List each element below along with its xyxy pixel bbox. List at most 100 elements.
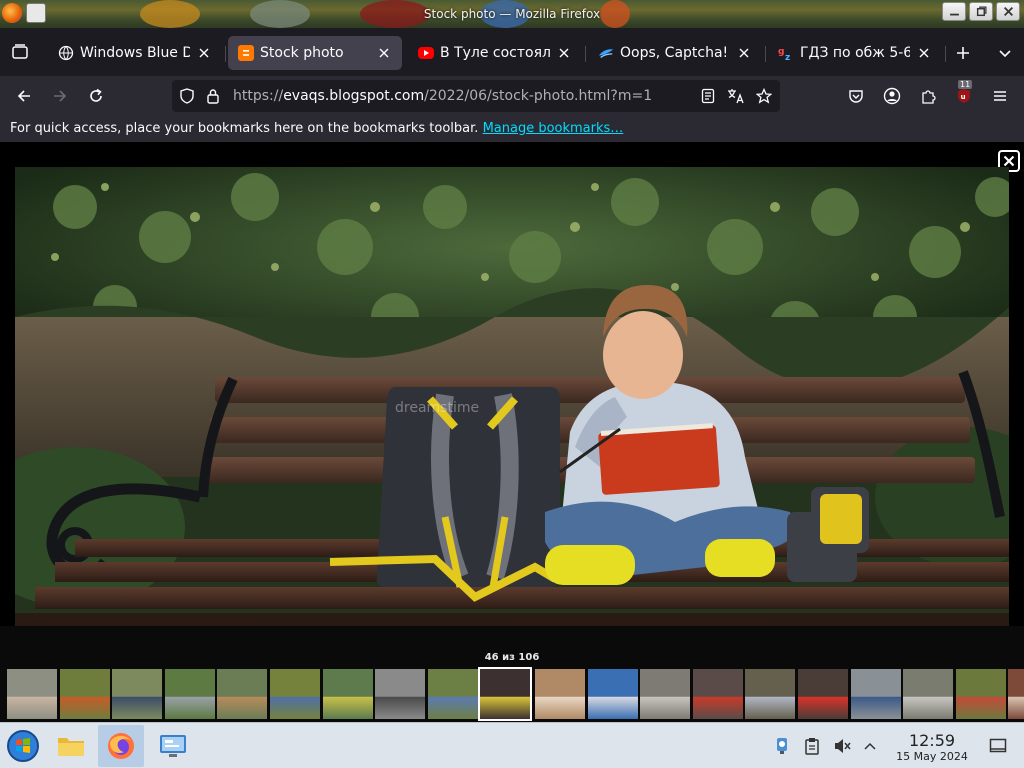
back-button[interactable] bbox=[12, 84, 36, 108]
thumbnail[interactable] bbox=[955, 669, 1006, 719]
tab-gdz[interactable]: gz ГДЗ по обж 5-6 к bbox=[768, 36, 942, 70]
new-tab-button[interactable] bbox=[952, 42, 974, 64]
thumbnail[interactable] bbox=[322, 669, 373, 719]
bookmark-star-icon[interactable] bbox=[755, 87, 773, 105]
tab-label: ГДЗ по обж 5-6 к bbox=[800, 45, 910, 61]
tray-expand-button[interactable] bbox=[860, 736, 880, 756]
maximize-button[interactable] bbox=[969, 2, 993, 21]
extension-badge: 11 bbox=[958, 80, 973, 89]
firefox-taskbar-button[interactable] bbox=[98, 725, 144, 767]
svg-text:u: u bbox=[961, 93, 966, 101]
tab-strip: Windows Blue Dea Stock photo В Туле сост… bbox=[0, 28, 1024, 76]
show-desktop-button[interactable] bbox=[988, 736, 1008, 756]
file-manager-button[interactable] bbox=[48, 725, 94, 767]
youtube-icon bbox=[418, 47, 434, 59]
url-bar[interactable]: https://evaqs.blogspot.com/2022/06/stock… bbox=[172, 80, 780, 112]
network-icon bbox=[777, 738, 787, 754]
close-icon bbox=[199, 48, 209, 58]
thumbnail-strip-bar: 46 из 106 bbox=[0, 626, 1024, 722]
volume-tray-button[interactable] bbox=[832, 736, 852, 756]
tab-list-icon bbox=[12, 44, 28, 59]
thumbnail-selected[interactable] bbox=[478, 667, 533, 721]
reload-button[interactable] bbox=[84, 84, 108, 108]
thumbnail[interactable] bbox=[59, 669, 110, 719]
network-tray-button[interactable] bbox=[772, 736, 792, 756]
control-panel-icon bbox=[160, 735, 186, 757]
url-text[interactable]: https://evaqs.blogspot.com/2022/06/stock… bbox=[233, 88, 652, 104]
minimize-button[interactable] bbox=[942, 2, 966, 21]
start-menu-button[interactable] bbox=[0, 725, 46, 767]
tab-overflow-button[interactable] bbox=[994, 42, 1016, 64]
thumbnail[interactable] bbox=[850, 669, 901, 719]
tab-captcha[interactable]: Oops, Captcha! bbox=[588, 36, 762, 70]
tab-youtube[interactable]: В Туле состоялся bbox=[408, 36, 582, 70]
translate-icon[interactable] bbox=[727, 87, 745, 105]
tracking-protection-icon[interactable] bbox=[178, 87, 196, 105]
thumbnail[interactable] bbox=[903, 669, 954, 719]
image-counter: 46 из 106 bbox=[484, 652, 540, 663]
tab-separator bbox=[585, 46, 586, 62]
thumbnail[interactable] bbox=[640, 669, 691, 719]
tab-close-button[interactable] bbox=[914, 43, 934, 63]
blogger-icon bbox=[238, 45, 254, 61]
thumbnail[interactable] bbox=[427, 669, 478, 719]
thumbnail[interactable] bbox=[587, 669, 638, 719]
extensions-button[interactable] bbox=[916, 84, 940, 108]
tab-close-button[interactable] bbox=[194, 43, 214, 63]
tab-close-button[interactable] bbox=[554, 43, 574, 63]
thumbnail[interactable] bbox=[1008, 669, 1024, 719]
thumbnail[interactable] bbox=[112, 669, 163, 719]
thumbnail[interactable] bbox=[217, 669, 268, 719]
pocket-icon bbox=[849, 90, 863, 103]
account-button[interactable] bbox=[880, 84, 904, 108]
lightbox-photo[interactable]: dreamstime bbox=[15, 167, 1009, 626]
list-all-tabs-button[interactable] bbox=[8, 40, 32, 64]
bookmarks-hint: For quick access, place your bookmarks h… bbox=[10, 121, 483, 136]
tab-close-button[interactable] bbox=[374, 43, 394, 63]
captcha-icon bbox=[598, 45, 614, 61]
clipboard-tray-button[interactable] bbox=[802, 736, 822, 756]
tab-label: Oops, Captcha! bbox=[620, 45, 729, 61]
taskbar-clock[interactable]: 12:59 15 May 2024 bbox=[884, 732, 980, 764]
thumbnail[interactable] bbox=[270, 669, 320, 719]
url-scheme: https:// bbox=[233, 88, 284, 104]
speaker-muted-icon bbox=[835, 739, 851, 753]
reader-view-icon[interactable] bbox=[699, 87, 717, 105]
thumbnail[interactable] bbox=[535, 669, 585, 719]
thumbnail[interactable] bbox=[692, 669, 743, 719]
hamburger-menu-icon bbox=[994, 91, 1006, 101]
app-menu-button[interactable] bbox=[988, 84, 1012, 108]
tab-separator bbox=[225, 46, 226, 62]
close-window-button[interactable] bbox=[996, 2, 1020, 21]
firefox-icon bbox=[108, 733, 134, 759]
thumbnail[interactable] bbox=[745, 669, 796, 719]
watermark-text: dreamstime bbox=[395, 400, 479, 416]
thumbnail[interactable] bbox=[7, 669, 57, 719]
arrow-left-icon bbox=[17, 90, 30, 102]
tab-close-button[interactable] bbox=[734, 43, 754, 63]
svg-text:g: g bbox=[778, 47, 784, 57]
tab-windows-blue[interactable]: Windows Blue Dea bbox=[48, 36, 222, 70]
thumbnail[interactable] bbox=[798, 669, 848, 719]
manage-bookmarks-link[interactable]: Manage bookmarks… bbox=[483, 121, 624, 136]
globe-icon bbox=[58, 45, 74, 61]
pocket-button[interactable] bbox=[844, 84, 868, 108]
boy-on-bench-photo: dreamstime bbox=[15, 167, 1009, 626]
tab-stock-photo[interactable]: Stock photo bbox=[228, 36, 402, 70]
chevron-up-icon bbox=[864, 742, 876, 750]
chevron-down-icon bbox=[999, 50, 1011, 58]
gdz-icon: gz bbox=[778, 45, 794, 61]
url-path: /2022/06/stock-photo.html?m=1 bbox=[424, 88, 653, 104]
tab-label: В Туле состоялся bbox=[440, 45, 550, 61]
tab-label: Stock photo bbox=[260, 45, 344, 61]
lock-icon[interactable] bbox=[204, 87, 222, 105]
start-orb-icon bbox=[7, 730, 39, 762]
tab-separator bbox=[765, 46, 766, 62]
puzzle-icon bbox=[922, 90, 936, 104]
window-titlebar[interactable]: Stock photo — Mozilla Firefox bbox=[0, 0, 1024, 28]
thumbnail[interactable] bbox=[375, 669, 426, 719]
thumbnail-strip bbox=[0, 667, 1024, 722]
thumbnail[interactable] bbox=[164, 669, 215, 719]
control-panel-button[interactable] bbox=[150, 725, 196, 767]
forward-button[interactable] bbox=[48, 84, 72, 108]
